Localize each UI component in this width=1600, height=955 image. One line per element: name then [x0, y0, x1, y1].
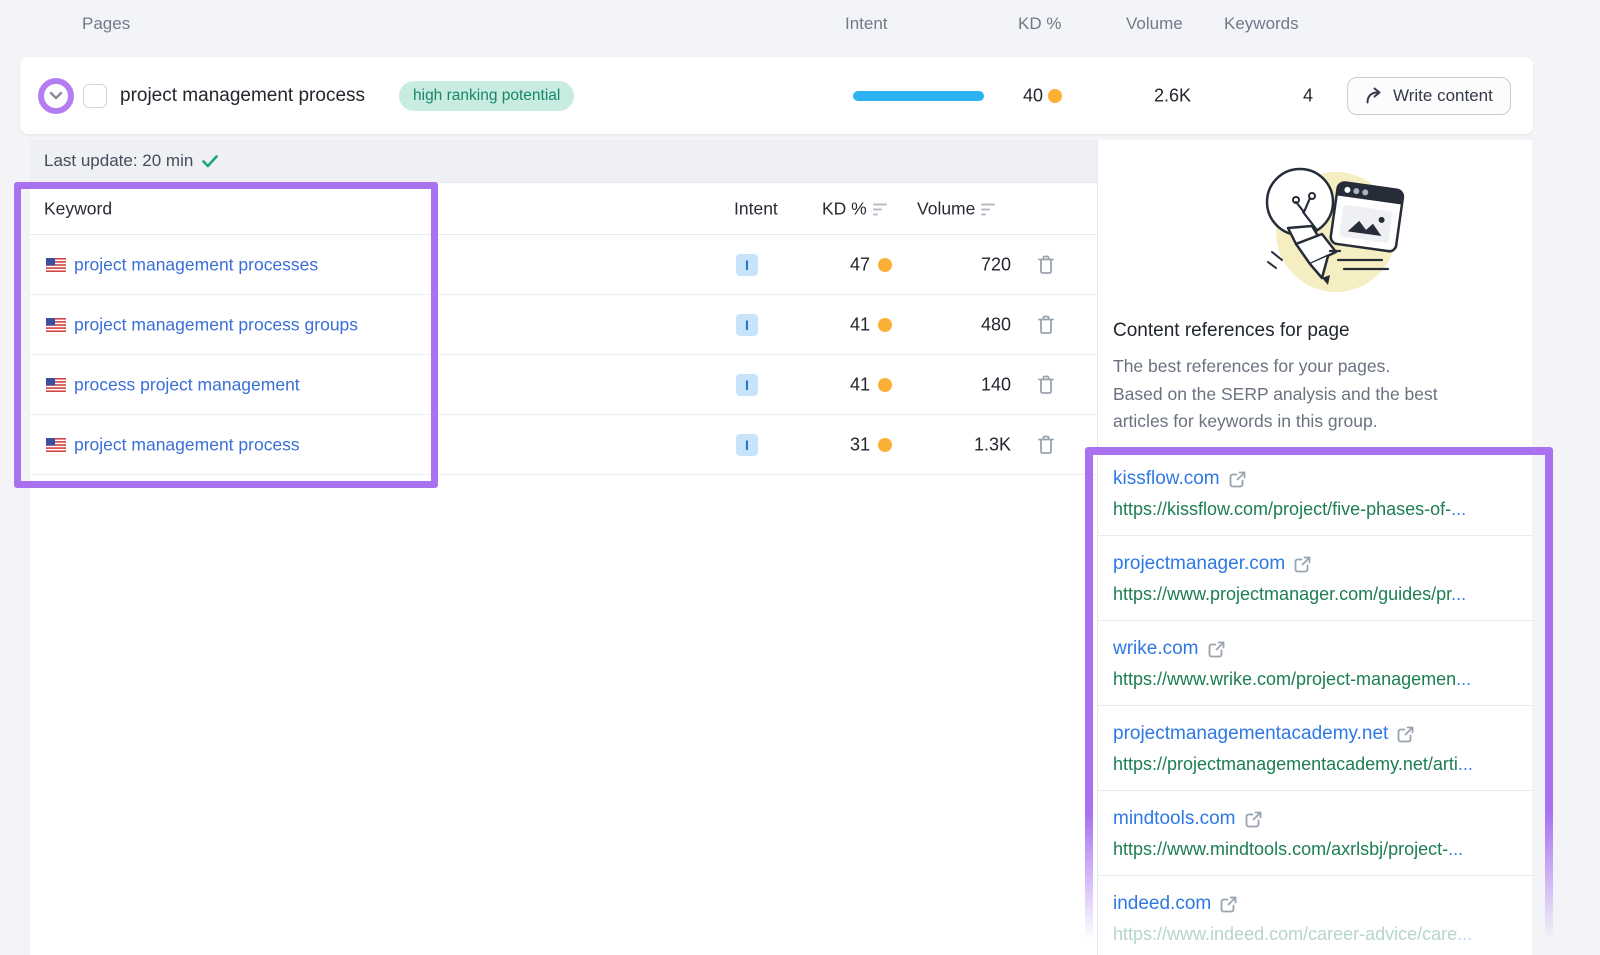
volume-value: 1.3K	[920, 434, 1011, 455]
kd-value: 41	[790, 314, 870, 335]
reference-domain-link[interactable]: wrike.com	[1113, 638, 1199, 660]
page-keywords-count: 4	[1260, 85, 1313, 106]
high-ranking-potential-badge: high ranking potential	[399, 81, 574, 111]
reference-domain-link[interactable]: kissflow.com	[1113, 468, 1220, 490]
keyword-link[interactable]: project management process	[74, 434, 300, 455]
kd-difficulty-dot	[878, 258, 892, 272]
write-content-label: Write content	[1393, 86, 1493, 106]
keywords-column-header: Keywords	[1224, 14, 1299, 34]
content-references-illustration	[1238, 156, 1418, 311]
page-title: project management process	[120, 85, 365, 107]
kd-value: 47	[790, 254, 870, 275]
reference-list: kissflow.com https://kissflow.com/projec…	[1098, 451, 1532, 955]
volume-header-cell: Volume	[917, 198, 975, 219]
page-row-checkbox[interactable]	[83, 84, 107, 108]
external-link-icon[interactable]	[1208, 641, 1225, 658]
reference-domain-link[interactable]: projectmanager.com	[1113, 553, 1285, 575]
description-line: articles for keywords in this group.	[1113, 408, 1438, 436]
external-link-icon[interactable]	[1294, 556, 1311, 573]
kd-column-header: KD %	[1018, 14, 1061, 34]
description-line: The best references for your pages.	[1113, 353, 1438, 381]
keyword-table-header: Keyword Intent KD % Volume	[30, 183, 1097, 235]
table-row: process project management I 41 140	[30, 355, 1097, 415]
trash-icon[interactable]	[1034, 312, 1058, 338]
intent-badge: I	[736, 374, 758, 396]
us-flag-icon	[46, 258, 66, 272]
keyword-link[interactable]: project management process groups	[74, 314, 358, 335]
intent-badge: I	[736, 434, 758, 456]
page-keywords-group-view: Pages Intent KD % Volume Keywords projec…	[0, 0, 1600, 955]
kd-value: 31	[790, 434, 870, 455]
sort-icon[interactable]	[873, 202, 887, 216]
external-link-icon[interactable]	[1220, 896, 1237, 913]
keyword-link[interactable]: process project management	[74, 374, 300, 395]
keyword-table-body: project management processes I 47 720 pr…	[30, 235, 1097, 475]
kd-difficulty-dot	[878, 318, 892, 332]
volume-column-header: Volume	[1126, 14, 1183, 34]
trash-icon[interactable]	[1034, 252, 1058, 278]
reference-domain-link[interactable]: indeed.com	[1113, 893, 1211, 915]
external-link-icon[interactable]	[1229, 471, 1246, 488]
description-line: Based on the SERP analysis and the best	[1113, 381, 1438, 409]
volume-value: 480	[920, 314, 1011, 335]
page-row-card: project management process high ranking …	[20, 57, 1533, 134]
intent-column-header: Intent	[845, 14, 888, 34]
last-update-bar: Last update: 20 min	[30, 140, 1097, 183]
group-details-panel: Last update: 20 min Keyword Intent KD % …	[30, 140, 1532, 955]
list-item: kissflow.com https://kissflow.com/projec…	[1098, 451, 1532, 536]
sort-icon[interactable]	[981, 202, 995, 216]
list-item: wrike.com https://www.wrike.com/project-…	[1098, 621, 1532, 706]
intent-badge: I	[736, 314, 758, 336]
us-flag-icon	[46, 378, 66, 392]
kd-difficulty-dot	[1048, 89, 1062, 103]
reference-url: https://www.wrike.com/project-managemen.…	[1113, 669, 1532, 690]
redo-arrow-icon	[1365, 87, 1384, 104]
write-content-button[interactable]: Write content	[1347, 77, 1511, 115]
reference-url: https://www.indeed.com/career-advice/car…	[1113, 924, 1532, 945]
table-row: project management process I 31 1.3K	[30, 415, 1097, 475]
expand-row-button[interactable]	[38, 78, 74, 114]
reference-domain-link[interactable]: projectmanagementacademy.net	[1113, 723, 1388, 745]
us-flag-icon	[46, 318, 66, 332]
reference-domain-link[interactable]: mindtools.com	[1113, 808, 1236, 830]
external-link-icon[interactable]	[1397, 726, 1414, 743]
kd-header-cell: KD %	[822, 198, 867, 219]
intent-bar	[853, 91, 984, 101]
pages-column-header: Pages	[82, 14, 130, 34]
volume-value: 720	[920, 254, 1011, 275]
intent-badge: I	[736, 254, 758, 276]
check-icon	[202, 155, 218, 168]
table-row: project management process groups I 41 4…	[30, 295, 1097, 355]
trash-icon[interactable]	[1034, 372, 1058, 398]
reference-url: https://projectmanagementacademy.net/art…	[1113, 754, 1532, 775]
keyword-link[interactable]: project management processes	[74, 254, 318, 275]
intent-header-cell: Intent	[734, 198, 778, 219]
external-link-icon[interactable]	[1245, 811, 1262, 828]
kd-value: 41	[790, 374, 870, 395]
list-item: projectmanagementacademy.net https://pro…	[1098, 706, 1532, 791]
reference-url: https://www.mindtools.com/axrlsbj/projec…	[1113, 839, 1532, 860]
reference-url: https://www.projectmanager.com/guides/pr…	[1113, 584, 1532, 605]
table-row: project management processes I 47 720	[30, 235, 1097, 295]
content-references-description: The best references for your pages. Base…	[1113, 353, 1438, 436]
last-update-text: Last update: 20 min	[44, 151, 193, 171]
chevron-down-icon	[44, 84, 68, 108]
list-item: projectmanager.com https://www.projectma…	[1098, 536, 1532, 621]
us-flag-icon	[46, 438, 66, 452]
keyword-header-cell: Keyword	[44, 198, 112, 219]
reference-url: https://kissflow.com/project/five-phases…	[1113, 499, 1532, 520]
kd-difficulty-dot	[878, 438, 892, 452]
page-volume-value: 2.6K	[1110, 85, 1191, 106]
trash-icon[interactable]	[1034, 432, 1058, 458]
list-item: mindtools.com https://www.mindtools.com/…	[1098, 791, 1532, 876]
list-item: indeed.com https://www.indeed.com/career…	[1098, 876, 1532, 955]
kd-difficulty-dot	[878, 378, 892, 392]
content-references-title: Content references for page	[1113, 320, 1350, 342]
page-kd-value: 40	[973, 85, 1043, 106]
volume-value: 140	[920, 374, 1011, 395]
